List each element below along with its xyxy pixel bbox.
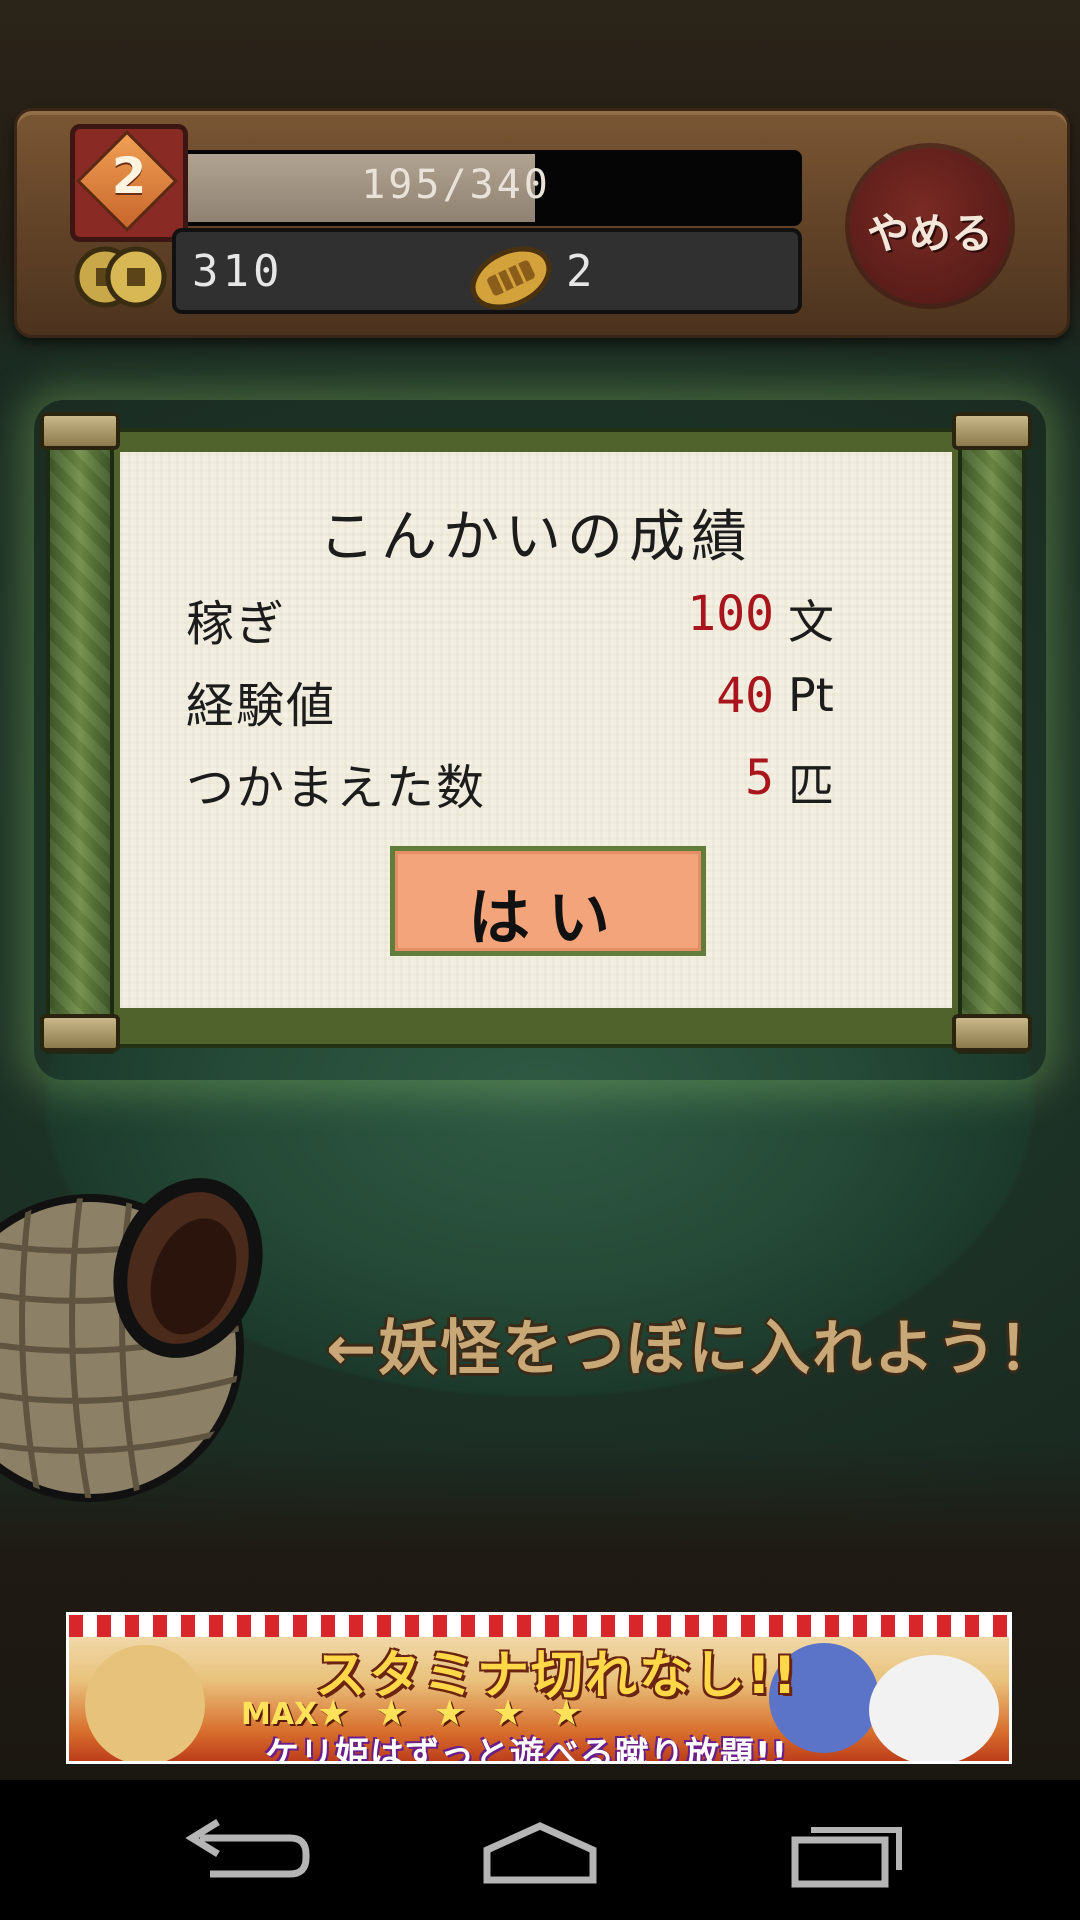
rod-cap: [40, 1014, 120, 1052]
ad-banner[interactable]: スタミナ切れなし!! MAX ★★★★★ ケリ姫はずっと遊べる蹴り放題!!: [66, 1612, 1012, 1764]
coin-icon: [74, 246, 167, 308]
ad-character-art: [869, 1655, 999, 1761]
quit-label: やめる: [866, 209, 993, 258]
rod-cap: [952, 412, 1032, 450]
recent-apps-icon[interactable]: [775, 1810, 925, 1890]
home-icon[interactable]: [465, 1810, 615, 1890]
rod-cap: [40, 412, 120, 450]
ad-character-art: [85, 1645, 205, 1761]
ad-subline: ケリ姫はずっと遊べる蹴り放題!!: [265, 1735, 789, 1764]
earnings-unit: 文: [788, 595, 834, 649]
hint-text: ←妖怪をつぼに入れよう！: [326, 1314, 1061, 1384]
money-value: 310: [192, 246, 284, 297]
exp-label: 経験値: [186, 678, 337, 734]
system-nav-bar: [0, 1780, 1080, 1920]
result-title: こんかいの成績: [319, 505, 753, 570]
caught-value: 5: [745, 750, 774, 806]
earnings-value: 100: [687, 586, 774, 642]
exp-text: 195/340: [361, 162, 551, 208]
back-icon[interactable]: [170, 1810, 320, 1890]
jar-icon: [0, 1178, 263, 1502]
earnings-label: 稼ぎ: [186, 596, 287, 652]
scroll-rod-right: [958, 414, 1026, 1054]
rod-cap: [952, 1014, 1032, 1052]
caught-label: つかまえた数: [186, 760, 487, 816]
scroll-rod-left: [46, 414, 114, 1054]
ok-button[interactable]: はい: [390, 846, 706, 956]
exp-value: 40: [716, 668, 774, 724]
level-number: 2: [111, 147, 147, 205]
koban-icon: [470, 246, 552, 310]
level-badge: 2: [70, 124, 188, 242]
exp-unit: Pt: [788, 668, 834, 722]
quit-button[interactable]: やめる: [850, 148, 1010, 304]
koban-value: 2: [566, 246, 593, 297]
caught-unit: 匹: [788, 759, 834, 813]
exp-bar: 195/340: [176, 150, 802, 226]
ok-label: はい: [467, 881, 628, 954]
